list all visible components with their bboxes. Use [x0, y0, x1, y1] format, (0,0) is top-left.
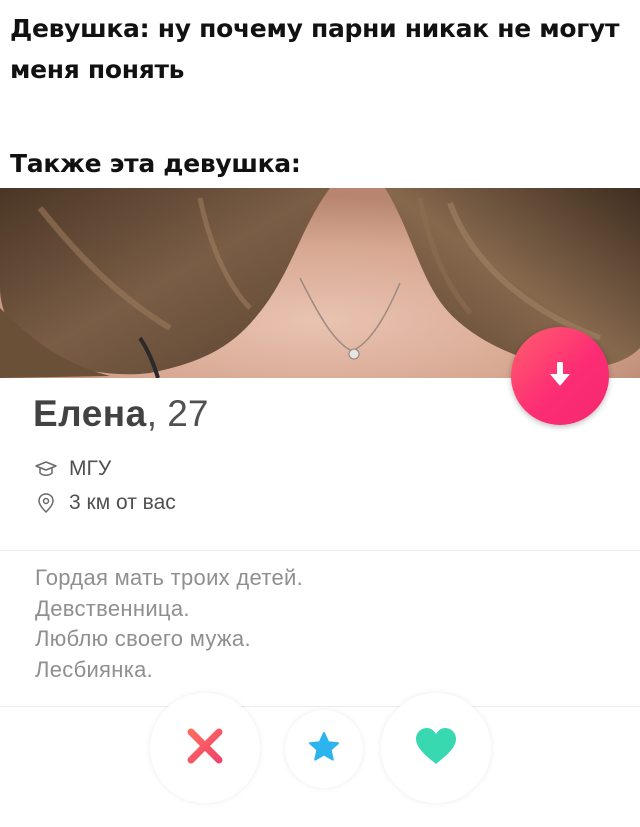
superlike-button[interactable] — [285, 710, 363, 788]
divider — [0, 706, 640, 707]
collapse-profile-button[interactable] — [511, 327, 609, 425]
meme-caption-top: Девушка: ну почему парни никак не могут … — [10, 14, 620, 84]
school-text: МГУ — [69, 457, 112, 480]
distance-text: 3 км от вас — [69, 491, 176, 514]
graduation-cap-icon — [35, 458, 57, 480]
profile-name-age: Елена, 27 — [33, 393, 208, 435]
star-icon — [308, 731, 340, 767]
profile-bio: Гордая мать троих детей. Девственница. Л… — [35, 563, 303, 685]
like-button[interactable] — [381, 693, 491, 803]
profile-name: Елена — [33, 393, 147, 434]
location-pin-icon — [35, 492, 57, 514]
heart-icon — [413, 726, 459, 770]
distance-row: 3 км от вас — [35, 491, 176, 515]
arrow-down-icon — [547, 359, 573, 393]
bio-line: Девственница. — [35, 595, 190, 621]
divider — [0, 550, 640, 551]
bio-line: Гордая мать троих детей. — [35, 565, 303, 590]
profile-age: , 27 — [146, 393, 209, 434]
bio-line: Люблю своего мужа. — [35, 626, 251, 651]
bio-line: Лесбиянка. — [35, 656, 154, 682]
x-icon — [185, 726, 225, 770]
meme-caption-bottom: Также эта девушка: — [10, 149, 301, 178]
school-row: МГУ — [35, 457, 111, 481]
dislike-button[interactable] — [150, 693, 260, 803]
